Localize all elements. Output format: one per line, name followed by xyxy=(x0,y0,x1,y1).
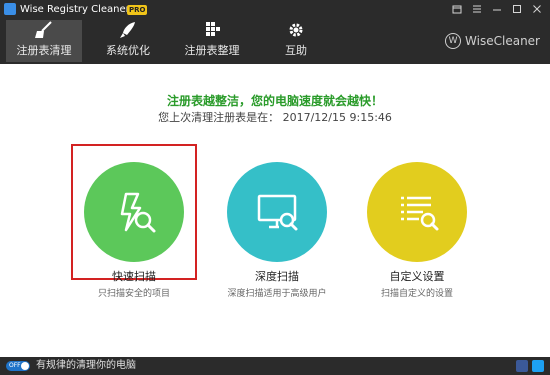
social-links xyxy=(516,360,544,372)
custom-settings-button[interactable] xyxy=(367,162,467,262)
app-logo-icon xyxy=(4,3,16,15)
skin-icon[interactable] xyxy=(450,2,464,16)
title-bar: Wise Registry Cleaner 9 PRO xyxy=(0,0,550,20)
last-clean-time: 您上次清理注册表是在： 2017/12/15 9:15:46 xyxy=(158,111,392,124)
deep-scan-option[interactable]: 深度扫描 深度扫描适用于高级用户 xyxy=(222,162,332,299)
tab-registry-defrag[interactable]: 注册表整理 xyxy=(174,20,250,62)
tab-label: 注册表整理 xyxy=(184,44,240,57)
option-title: 深度扫描 xyxy=(255,270,299,283)
gear-icon xyxy=(289,23,303,37)
tab-help[interactable]: 互助 xyxy=(258,20,334,62)
option-desc: 深度扫描适用于高级用户 xyxy=(227,289,327,299)
blocks-icon xyxy=(206,22,220,36)
headline: 注册表越整洁，您的电脑速度就会越快！ xyxy=(166,94,383,108)
fast-scan-icon xyxy=(120,192,156,233)
custom-settings-option[interactable]: 自定义设置 扫描自定义的设置 xyxy=(362,162,472,299)
schedule-toggle[interactable]: OFF xyxy=(6,361,30,371)
option-title: 自定义设置 xyxy=(389,270,445,283)
close-icon[interactable] xyxy=(530,2,544,16)
monitor-scan-icon xyxy=(257,194,298,231)
broom-icon xyxy=(35,21,52,38)
status-bar: OFF 有规律的清理你的电脑 xyxy=(0,357,550,375)
toggle-knob xyxy=(21,362,29,370)
facebook-icon[interactable] xyxy=(516,360,528,372)
top-bar: Wise Registry Cleaner 9 PRO 注册表清理 系统优化 注… xyxy=(0,0,550,64)
schedule-text[interactable]: 有规律的清理你的电脑 xyxy=(36,359,136,373)
app-window: Wise Registry Cleaner 9 PRO 注册表清理 系统优化 注… xyxy=(0,0,550,375)
option-desc: 扫描自定义的设置 xyxy=(380,289,453,299)
main-tabs: 注册表清理 系统优化 注册表整理 互助 xyxy=(6,20,342,62)
settings-menu-icon[interactable] xyxy=(470,2,484,16)
fast-scan-button[interactable] xyxy=(84,162,184,262)
brand-name: WiseCleaner xyxy=(465,34,540,48)
brand-logo-icon: W xyxy=(445,33,462,49)
wisecleaner-brand[interactable]: W WiseCleaner xyxy=(445,33,540,49)
rocket-icon xyxy=(120,22,135,38)
option-title: 快速扫描 xyxy=(112,270,156,283)
tab-label: 互助 xyxy=(285,44,307,57)
tab-label: 系统优化 xyxy=(106,44,150,57)
pro-badge: PRO xyxy=(127,5,148,15)
tab-system-optimize[interactable]: 系统优化 xyxy=(90,20,166,62)
deep-scan-button[interactable] xyxy=(227,162,327,262)
twitter-icon[interactable] xyxy=(532,360,544,372)
toggle-label: OFF xyxy=(9,362,21,369)
option-desc: 只扫描安全的项目 xyxy=(97,289,170,299)
list-scan-icon xyxy=(401,196,439,231)
maximize-icon[interactable] xyxy=(510,2,524,16)
tab-label: 注册表清理 xyxy=(16,44,72,57)
fast-scan-option[interactable]: 快速扫描 只扫描安全的项目 xyxy=(79,162,189,299)
app-title: Wise Registry Cleaner 9 xyxy=(20,4,140,15)
window-controls xyxy=(450,2,544,16)
tab-registry-cleaner[interactable]: 注册表清理 xyxy=(6,20,82,62)
minimize-icon[interactable] xyxy=(490,2,504,16)
